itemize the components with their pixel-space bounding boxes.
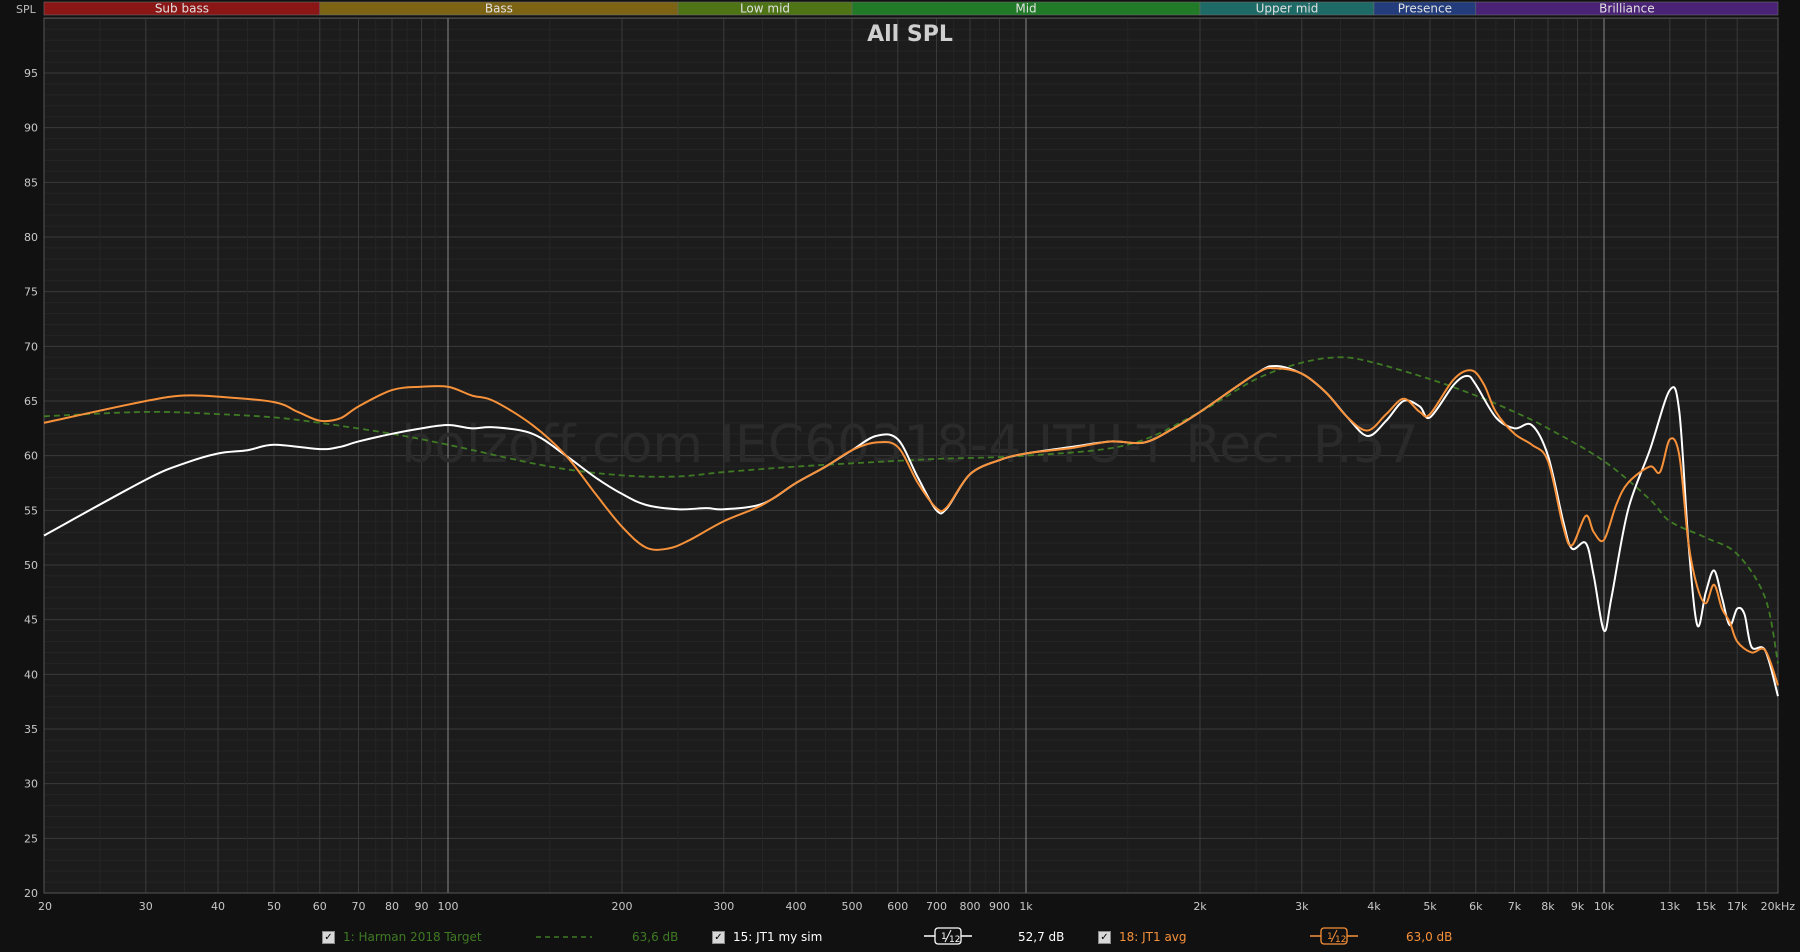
x-tick-400: 400 — [785, 900, 806, 913]
frequency-bands: Sub bass Bass Low mid Mid Upper mid Presence B… — [43, 2, 1779, 16]
y-tick-90: 90 — [24, 122, 38, 135]
x-tick-800: 800 — [959, 900, 980, 913]
x-tick-9k: 9k — [1571, 900, 1585, 913]
band-label-1: Bass — [485, 2, 513, 16]
y-tick-80: 80 — [24, 231, 38, 244]
svg-text:12: 12 — [949, 935, 960, 945]
target-checkbox[interactable]: ✓ — [322, 930, 335, 944]
x-tick-6k: 6k — [1469, 900, 1483, 913]
y-axis-label: SPL — [16, 3, 37, 16]
x-tick-20: 20 — [38, 900, 52, 913]
band-label-2: Low mid — [740, 2, 790, 16]
x-tick-7k: 7k — [1508, 900, 1522, 913]
y-tick-55: 55 — [24, 504, 38, 517]
y-tick-35: 35 — [24, 723, 38, 736]
x-tick-10k: 10k — [1594, 900, 1615, 913]
x-tick-5k: 5k — [1423, 900, 1437, 913]
legend-item-sim[interactable]: ✓ 15: JT1 my sim — [712, 930, 822, 944]
y-tick-20: 20 — [24, 887, 38, 900]
x-tick-30: 30 — [139, 900, 153, 913]
sim-smoothing-icon: 1 12 — [924, 927, 972, 945]
x-tick-2k: 2k — [1193, 900, 1207, 913]
target-level: 63,6 dB — [632, 930, 679, 944]
y-tick-50: 50 — [24, 559, 38, 572]
avg-series-name: 18: JT1 avg — [1119, 930, 1187, 944]
x-tick-900: 900 — [989, 900, 1010, 913]
band-label-0: Sub bass — [155, 2, 209, 16]
band-label-5: Presence — [1398, 2, 1452, 16]
y-tick-60: 60 — [24, 450, 38, 463]
y-tick-40: 40 — [24, 668, 38, 681]
sim-smoothing-badge[interactable]: 1 12 — [924, 926, 972, 946]
band-label-3: Mid — [1015, 2, 1036, 16]
svg-text:12: 12 — [1335, 935, 1346, 945]
target-line-sample — [536, 936, 592, 938]
sim-level: 52,7 dB — [1018, 930, 1065, 944]
x-tick-1k: 1k — [1019, 900, 1033, 913]
y-tick-85: 85 — [24, 176, 38, 189]
x-tick-3k: 3k — [1295, 900, 1309, 913]
x-tick-4k: 4k — [1367, 900, 1381, 913]
x-tick-70: 70 — [351, 900, 365, 913]
frequency-response-chart: Sub bass Bass Low mid Mid Upper mid Presence B… — [0, 0, 1800, 952]
x-tick-60: 60 — [313, 900, 327, 913]
x-tick-90: 90 — [415, 900, 429, 913]
y-tick-70: 70 — [24, 340, 38, 353]
x-tick-300: 300 — [713, 900, 734, 913]
x-tick-200: 200 — [612, 900, 633, 913]
avg-smoothing-badge[interactable]: 1 12 — [1310, 926, 1358, 946]
x-tick-13k: 13k — [1660, 900, 1681, 913]
x-tick-8k: 8k — [1541, 900, 1555, 913]
sim-checkbox[interactable]: ✓ — [712, 930, 725, 944]
y-tick-75: 75 — [24, 286, 38, 299]
legend-item-target[interactable]: ✓ 1: Harman 2018 Target — [322, 930, 482, 944]
x-tick-100: 100 — [438, 900, 459, 913]
band-label-4: Upper mid — [1256, 2, 1319, 16]
y-tick-25: 25 — [24, 832, 38, 845]
x-tick-700: 700 — [926, 900, 947, 913]
band-label-6: Brilliance — [1599, 2, 1654, 16]
x-tick-20kHz: 20kHz — [1761, 900, 1796, 913]
y-tick-95: 95 — [24, 67, 38, 80]
x-tick-40: 40 — [211, 900, 225, 913]
sim-series-name: 15: JT1 my sim — [733, 930, 823, 944]
chart-title: All SPL — [867, 22, 953, 47]
y-tick-65: 65 — [24, 395, 38, 408]
x-tick-15k: 15k — [1696, 900, 1717, 913]
legend: ✓ 1: Harman 2018 Target 63,6 dB ✓ 15: JT… — [322, 926, 1522, 948]
legend-item-avg[interactable]: ✓ 18: JT1 avg — [1098, 930, 1187, 944]
avg-checkbox[interactable]: ✓ — [1098, 930, 1111, 944]
avg-level: 63,0 dB — [1406, 930, 1453, 944]
target-series-name: 1: Harman 2018 Target — [343, 930, 482, 944]
x-tick-600: 600 — [887, 900, 908, 913]
y-tick-30: 30 — [24, 778, 38, 791]
x-tick-500: 500 — [842, 900, 863, 913]
x-tick-50: 50 — [267, 900, 281, 913]
avg-smoothing-icon: 1 12 — [1310, 927, 1358, 945]
x-tick-80: 80 — [385, 900, 399, 913]
x-tick-17k: 17k — [1727, 900, 1748, 913]
y-tick-45: 45 — [24, 614, 38, 627]
